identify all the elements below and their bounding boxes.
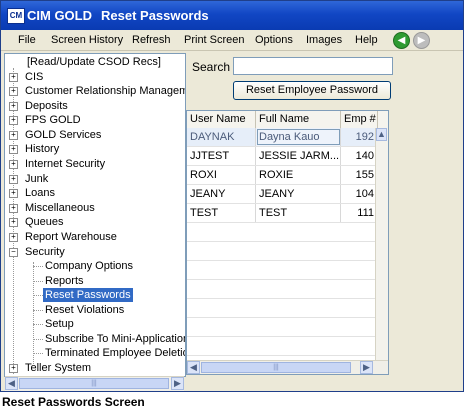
- cell-user-name: JEANY: [187, 185, 256, 203]
- table-row[interactable]: ROXI ROXIE 155: [187, 166, 388, 185]
- expand-plus-icon[interactable]: +: [9, 218, 18, 227]
- cell-full-name: TEST: [256, 204, 341, 222]
- menu-images[interactable]: Images: [306, 34, 342, 46]
- table-row[interactable]: JJTEST JESSIE JARM... 140: [187, 147, 388, 166]
- cell-emp-number: 192: [341, 128, 378, 146]
- scroll-up-icon[interactable]: ▲: [376, 128, 387, 141]
- tree-item-setup[interactable]: Setup: [45, 317, 74, 331]
- cell-full-name: JESSIE JARM...: [256, 147, 341, 165]
- navigation-tree[interactable]: [Read/Update CSOD Recs] + CIS + Customer…: [4, 53, 186, 377]
- tree-branch: [33, 281, 43, 282]
- app-logo-icon: CM: [7, 8, 25, 24]
- empty-row: [187, 299, 388, 318]
- reset-passwords-panel: Search Reset Employee Password User Name…: [186, 53, 393, 375]
- scroll-thumb[interactable]: |||: [201, 362, 351, 373]
- grid-header: User Name Full Name Emp #: [187, 111, 388, 129]
- cell-emp-number: 104: [341, 185, 378, 203]
- menu-bar: File Screen History Refresh Print Screen…: [1, 30, 463, 51]
- expand-plus-icon[interactable]: +: [9, 87, 18, 96]
- window-title: Reset Passwords: [101, 8, 209, 23]
- expand-plus-icon[interactable]: +: [9, 116, 18, 125]
- cell-user-name: TEST: [187, 204, 256, 222]
- tree-item-reports[interactable]: Reports: [45, 274, 84, 288]
- expand-plus-icon[interactable]: +: [9, 160, 18, 169]
- tree-branch: [33, 324, 43, 325]
- empty-row: [187, 261, 388, 280]
- expand-plus-icon[interactable]: +: [9, 189, 18, 198]
- title-bar: CM CIM GOLD Reset Passwords: [1, 1, 463, 30]
- expand-plus-icon[interactable]: +: [9, 73, 18, 82]
- cell-emp-number: 111: [341, 204, 378, 222]
- search-label: Search: [192, 60, 231, 74]
- menu-file[interactable]: File: [18, 34, 36, 46]
- tree-item-terminated-employee-deletion[interactable]: Terminated Employee Deletion: [45, 346, 185, 360]
- tree-branch: [33, 295, 43, 296]
- app-name: CIM GOLD: [27, 8, 92, 23]
- column-header-full-name[interactable]: Full Name: [256, 111, 341, 128]
- column-header-emp-number[interactable]: Emp #: [341, 111, 378, 128]
- column-header-user-name[interactable]: User Name: [187, 111, 256, 128]
- cell-user-name: JJTEST: [187, 147, 256, 165]
- expand-plus-icon[interactable]: +: [9, 364, 18, 373]
- app-window: CM CIM GOLD Reset Passwords File Screen …: [0, 0, 464, 392]
- empty-row: [187, 280, 388, 299]
- tree-guide-line-security: [33, 262, 34, 364]
- cell-emp-number: 155: [341, 166, 378, 184]
- tree-item-company-options[interactable]: Company Options: [45, 259, 133, 273]
- cell-full-name: ROXIE: [256, 166, 341, 184]
- forward-arrow-icon[interactable]: ▶: [413, 32, 430, 49]
- grid-horizontal-scrollbar[interactable]: ◀ ||| ▶: [187, 360, 388, 374]
- tree-branch: [33, 310, 43, 311]
- scroll-left-icon[interactable]: ◀: [187, 361, 200, 374]
- expand-plus-icon[interactable]: +: [9, 131, 18, 140]
- menu-screen-history[interactable]: Screen History: [51, 34, 123, 46]
- expand-plus-icon[interactable]: +: [9, 233, 18, 242]
- tree-branch: [33, 353, 43, 354]
- empty-row: [187, 242, 388, 261]
- tree-item-subscribe[interactable]: Subscribe To Mini-Applications: [45, 332, 185, 346]
- tree-branch: [33, 266, 43, 267]
- table-row[interactable]: JEANY JEANY 104: [187, 185, 388, 204]
- menu-print-screen[interactable]: Print Screen: [184, 34, 245, 46]
- search-input[interactable]: [233, 57, 393, 75]
- scroll-right-icon[interactable]: ▶: [360, 361, 373, 374]
- expand-plus-icon[interactable]: +: [9, 102, 18, 111]
- tree-item-read-update[interactable]: [Read/Update CSOD Recs]: [27, 55, 161, 69]
- cell-user-name: DAYNAK: [187, 128, 256, 146]
- table-row[interactable]: DAYNAK Dayna Kauo 192: [187, 128, 388, 147]
- scroll-thumb[interactable]: |||: [19, 378, 169, 389]
- expand-plus-icon[interactable]: +: [9, 175, 18, 184]
- figure-caption: Reset Passwords Screen: [2, 395, 145, 409]
- collapse-minus-icon[interactable]: −: [9, 248, 18, 257]
- tree-horizontal-scrollbar[interactable]: ◀ ||| ▶: [5, 376, 184, 391]
- scroll-left-icon[interactable]: ◀: [5, 377, 18, 390]
- scroll-right-icon[interactable]: ▶: [171, 377, 184, 390]
- tree-item-reset-violations[interactable]: Reset Violations: [45, 303, 124, 317]
- expand-plus-icon[interactable]: +: [9, 204, 18, 213]
- menu-options[interactable]: Options: [255, 34, 293, 46]
- cell-emp-number: 140: [341, 147, 378, 165]
- back-arrow-icon[interactable]: ◀: [393, 32, 410, 49]
- menu-help[interactable]: Help: [355, 34, 378, 46]
- menu-refresh[interactable]: Refresh: [132, 34, 171, 46]
- reset-employee-password-button[interactable]: Reset Employee Password: [233, 81, 391, 100]
- cell-full-name: JEANY: [256, 185, 341, 203]
- empty-row: [187, 337, 388, 356]
- cell-full-name: Dayna Kauo: [256, 128, 341, 146]
- users-grid[interactable]: User Name Full Name Emp # DAYNAK Dayna K…: [186, 110, 389, 375]
- expand-plus-icon[interactable]: +: [9, 145, 18, 154]
- empty-row: [187, 318, 388, 337]
- tree-branch: [33, 339, 43, 340]
- table-row[interactable]: TEST TEST 111: [187, 204, 388, 223]
- cell-user-name: ROXI: [187, 166, 256, 184]
- grid-vertical-scrollbar[interactable]: ▲: [375, 128, 388, 360]
- empty-row: [187, 223, 388, 242]
- tree-item-reset-passwords[interactable]: Reset Passwords: [43, 288, 133, 302]
